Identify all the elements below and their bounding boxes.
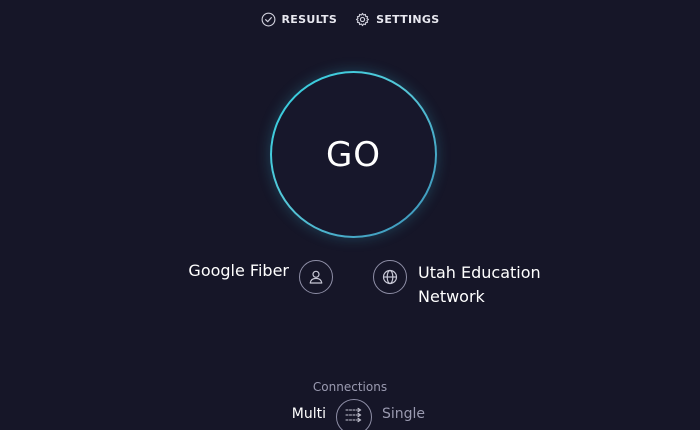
results-nav-link[interactable]: RESULTS	[261, 10, 338, 28]
server-name-line2: Network	[418, 287, 485, 306]
top-nav: RESULTS SETTINGS	[0, 10, 700, 28]
connections-toggle[interactable]	[336, 399, 372, 430]
multi-option[interactable]: Multi	[292, 406, 326, 422]
connections-label: Connections	[312, 380, 388, 394]
multi-arrows-icon	[344, 406, 364, 428]
globe-icon[interactable]	[373, 260, 407, 294]
check-circle-icon	[261, 12, 276, 27]
gear-icon	[355, 12, 370, 27]
speedtest-app: RESULTS SETTINGS GO Google Fiber Utah Ed…	[0, 0, 700, 430]
server-name[interactable]: Utah Education Network	[418, 261, 588, 309]
single-option[interactable]: Single	[382, 406, 425, 422]
server-name-line1: Utah Education	[418, 263, 541, 282]
user-icon	[299, 260, 333, 294]
results-nav-label: RESULTS	[281, 12, 338, 26]
go-button[interactable]: GO	[272, 73, 435, 236]
provider-name: Google Fiber	[188, 261, 289, 280]
settings-nav-link[interactable]: SETTINGS	[355, 10, 439, 28]
go-button-ring: GO	[270, 71, 437, 238]
settings-nav-label: SETTINGS	[376, 12, 440, 26]
